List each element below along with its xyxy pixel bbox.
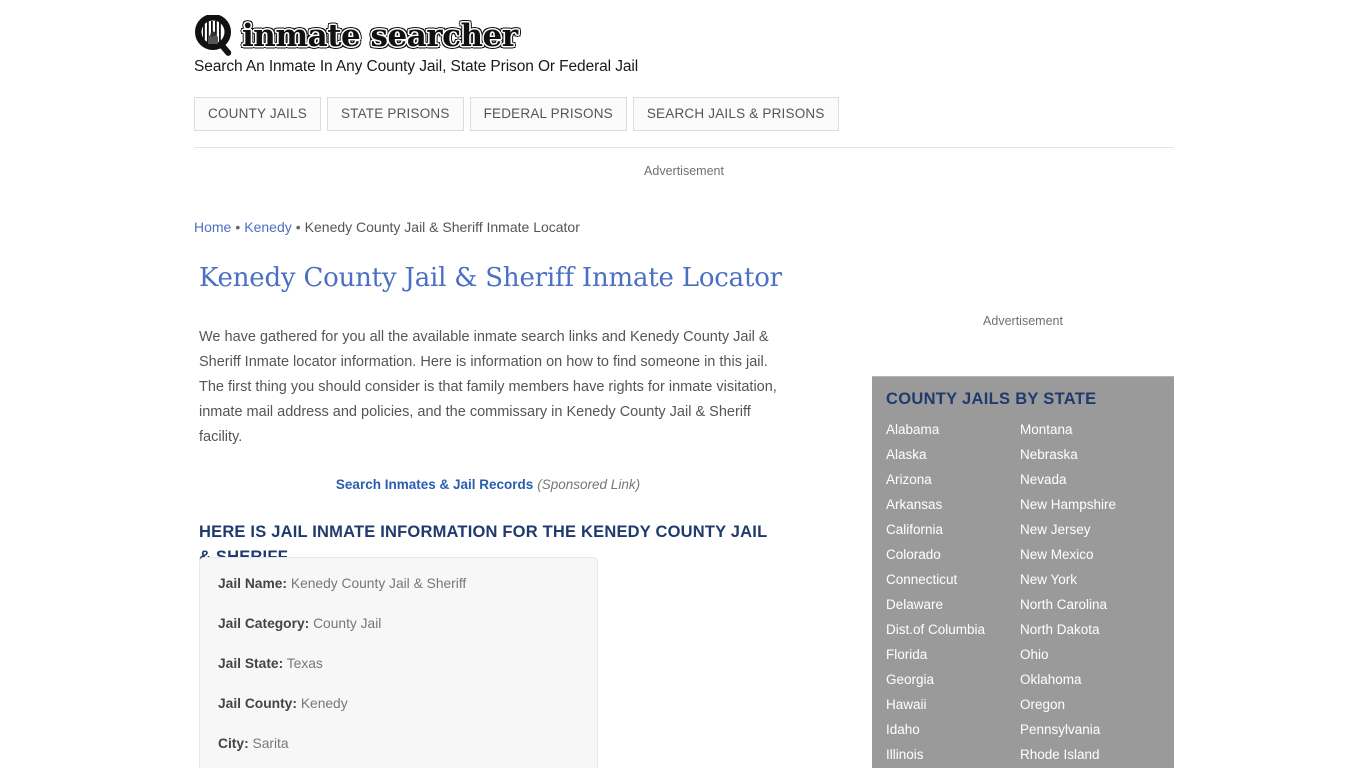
state-link-idaho[interactable]: Idaho [886,717,1020,742]
logo-text: inmate searcher [242,17,518,54]
state-link-north-carolina[interactable]: North Carolina [1020,592,1116,617]
state-link-alaska[interactable]: Alaska [886,442,1020,467]
state-link-illinois[interactable]: Illinois [886,742,1020,767]
state-link-california[interactable]: California [886,517,1020,542]
page-title: Kenedy County Jail & Sheriff Inmate Loca… [199,263,782,293]
state-link-arkansas[interactable]: Arkansas [886,492,1020,517]
magnifier-prison-bars-icon [194,14,240,57]
intro-paragraph: We have gathered for you all the availab… [199,328,777,446]
state-link-georgia[interactable]: Georgia [886,667,1020,692]
info-label: Jail County: [218,696,297,711]
states-column-left: Alabama Alaska Arizona Arkansas California Co… [886,417,1020,767]
info-label: City: [218,736,249,751]
state-link-new-hampshire[interactable]: New Hampshire [1020,492,1116,517]
advertisement-label-sidebar: Advertisement [983,314,1063,328]
info-value: Kenedy County Jail & Sheriff [290,576,467,591]
breadcrumb-separator: • [295,219,301,235]
breadcrumb-home-link[interactable]: Home [194,219,231,235]
states-columns: Alabama Alaska Arizona Arkansas California Co… [886,417,1174,767]
nav-search-jails-prisons[interactable]: SEARCH JAILS & PRISONS [632,97,839,131]
state-link-pennsylvania[interactable]: Pennsylvania [1020,717,1116,742]
state-link-dist-of-columbia[interactable]: Dist.of Columbia [886,617,1020,642]
info-value: Texas [286,656,323,671]
breadcrumb: Home • Kenedy • Kenedy County Jail & Sheriff… [194,219,580,235]
states-column-right: Montana Nebraska Nevada New Hampshire New Je… [1020,417,1116,767]
info-label: Jail Name: [218,576,288,591]
header-divider [194,147,1174,148]
main-content: Kenedy County Jail & Sheriff Inmate Loca… [199,262,799,570]
nav-county-jails[interactable]: COUNTY JAILS [194,97,321,131]
state-link-ohio[interactable]: Ohio [1020,642,1116,667]
page-root: inmate searcher Search An Inmate In Any … [0,0,1366,768]
state-link-new-mexico[interactable]: New Mexico [1020,542,1116,567]
state-link-north-dakota[interactable]: North Dakota [1020,617,1116,642]
state-link-connecticut[interactable]: Connecticut [886,567,1020,592]
info-row-jail-county: Jail County: Kenedy [218,694,579,714]
state-link-new-york[interactable]: New York [1020,567,1116,592]
state-link-montana[interactable]: Montana [1020,417,1116,442]
info-value: County Jail [313,616,382,631]
logo[interactable]: inmate searcher [194,14,1174,58]
info-value: Sarita [252,736,289,751]
state-link-nevada[interactable]: Nevada [1020,467,1116,492]
search-inmates-jail-records-link[interactable]: Search Inmates & Jail Records [336,477,533,492]
site-tagline: Search An Inmate In Any County Jail, Sta… [194,58,639,75]
state-link-hawaii[interactable]: Hawaii [886,692,1020,717]
info-row-city: City: Sarita [218,734,579,754]
state-link-colorado[interactable]: Colorado [886,542,1020,567]
state-link-alabama[interactable]: Alabama [886,417,1020,442]
info-row-jail-category: Jail Category: County Jail [218,614,579,634]
state-link-oklahoma[interactable]: Oklahoma [1020,667,1116,692]
info-value: Kenedy [300,696,348,711]
state-link-new-jersey[interactable]: New Jersey [1020,517,1116,542]
main-navigation: COUNTY JAILS STATE PRISONS FEDERAL PRISO… [194,97,839,131]
advertisement-label-top: Advertisement [644,164,724,178]
state-link-arizona[interactable]: Arizona [886,467,1020,492]
state-link-nebraska[interactable]: Nebraska [1020,442,1116,467]
info-row-jail-state: Jail State: Texas [218,654,579,674]
info-label: Jail Category: [218,616,310,631]
info-row-jail-name: Jail Name: Kenedy County Jail & Sheriff [218,574,579,594]
state-link-rhode-island[interactable]: Rhode Island [1020,742,1116,767]
site-header: inmate searcher Search An Inmate In Any … [194,14,1174,75]
jail-info-box: Jail Name: Kenedy County Jail & Sheriff … [199,557,598,768]
sponsored-link-row: Search Inmates & Jail Records (Sponsored … [199,477,777,492]
state-link-florida[interactable]: Florida [886,642,1020,667]
county-jails-by-state-panel: COUNTY JAILS BY STATE Alabama Alaska Arizo… [872,376,1174,768]
breadcrumb-county-link[interactable]: Kenedy [244,219,291,235]
nav-state-prisons[interactable]: STATE PRISONS [326,97,464,131]
states-panel-title: COUNTY JAILS BY STATE [886,390,1097,408]
breadcrumb-separator: • [235,219,241,235]
info-label: Jail State: [218,656,284,671]
sponsored-note: (Sponsored Link) [537,476,641,492]
state-link-oregon[interactable]: Oregon [1020,692,1116,717]
nav-federal-prisons[interactable]: FEDERAL PRISONS [469,97,627,131]
breadcrumb-current: Kenedy County Jail & Sheriff Inmate Loca… [304,219,580,235]
state-link-delaware[interactable]: Delaware [886,592,1020,617]
